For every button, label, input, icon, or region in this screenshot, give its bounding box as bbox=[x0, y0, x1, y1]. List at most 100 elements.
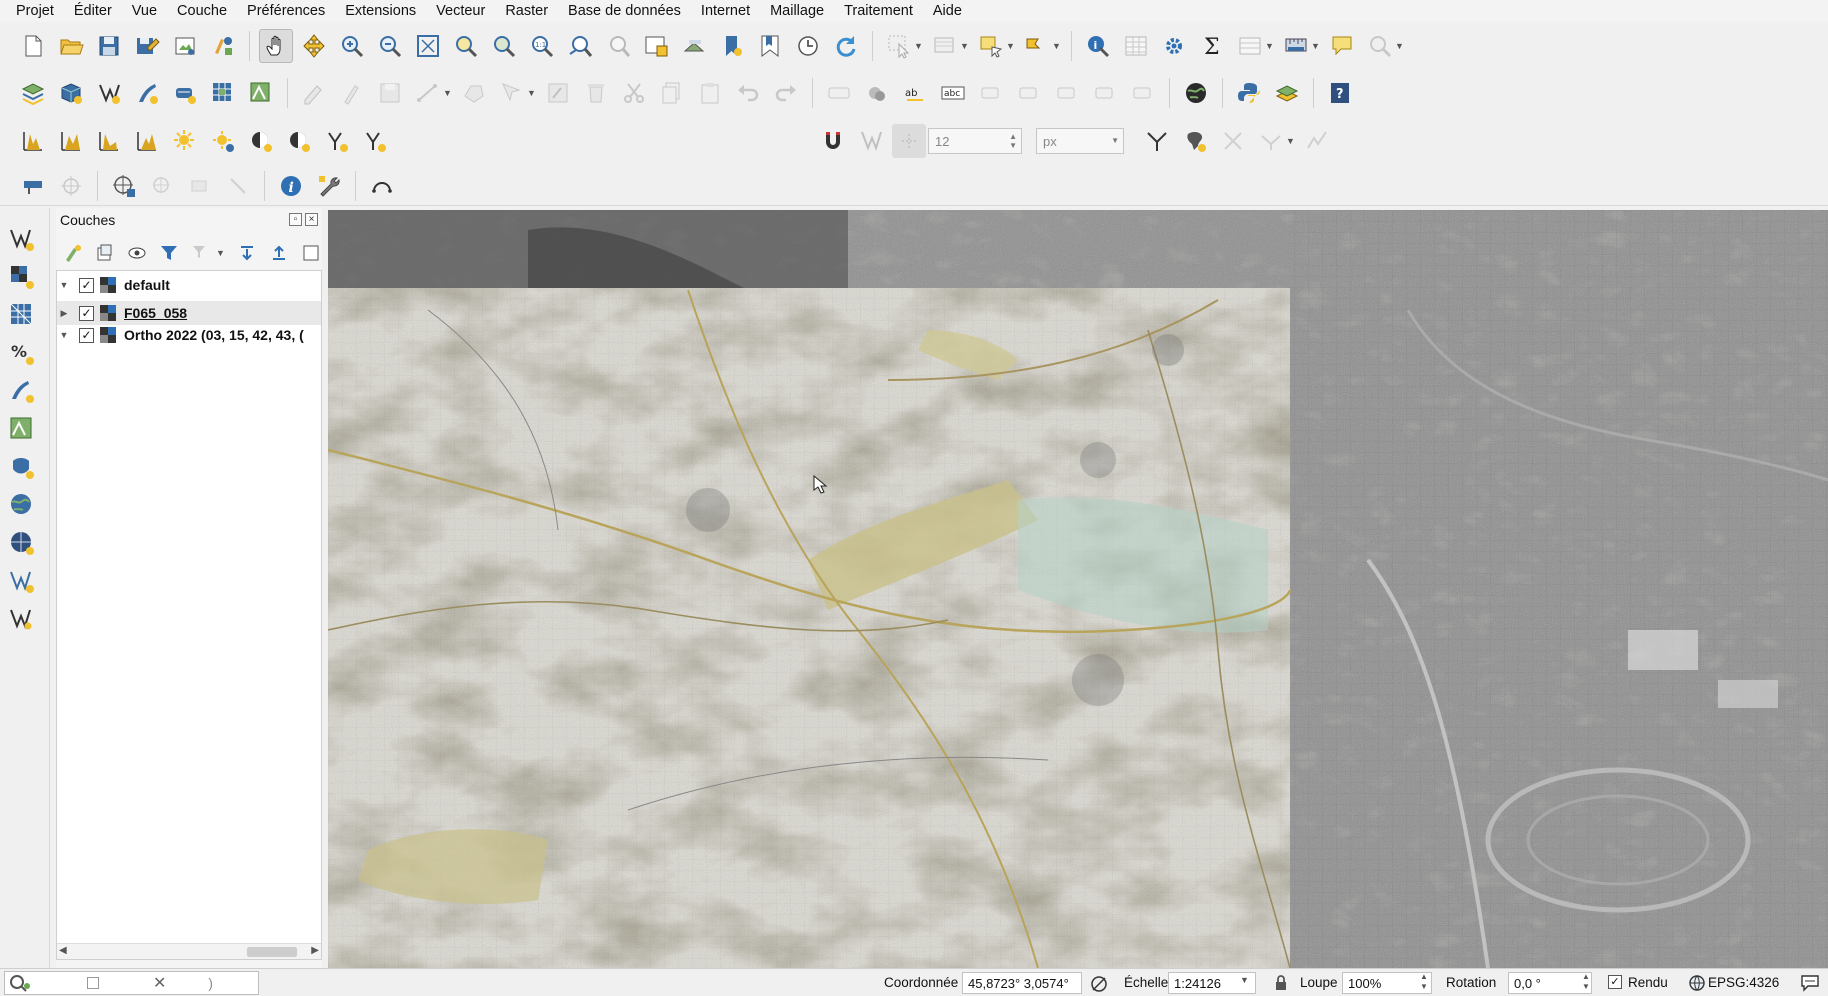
copy-features-icon[interactable] bbox=[655, 76, 689, 110]
show-bookmarks-icon[interactable] bbox=[753, 29, 787, 63]
wrench-icon[interactable] bbox=[312, 169, 346, 203]
locator-search[interactable]: ✕ ) bbox=[4, 971, 259, 995]
measure-angle-icon[interactable] bbox=[365, 169, 399, 203]
new-vector-layer-icon[interactable] bbox=[4, 602, 40, 636]
save-project-icon[interactable] bbox=[92, 29, 126, 63]
menu-item-4[interactable]: Préférences bbox=[237, 3, 335, 19]
add-vector-layer-icon[interactable] bbox=[92, 76, 126, 110]
zoom-selection-icon[interactable] bbox=[449, 29, 483, 63]
new-map-view-icon[interactable] bbox=[639, 29, 673, 63]
chevron-down-icon[interactable]: ▼ bbox=[1265, 41, 1275, 51]
layer-visibility-checkbox[interactable]: ✓ bbox=[79, 305, 94, 321]
save-edits-icon[interactable] bbox=[373, 76, 407, 110]
identify-icon[interactable] bbox=[1020, 29, 1054, 63]
coordinate-field[interactable]: 45,8723° 3,0574° bbox=[962, 972, 1082, 994]
add-virtual-layer-icon[interactable] bbox=[4, 564, 40, 598]
save-as-icon[interactable] bbox=[130, 29, 164, 63]
vertex-tool-icon[interactable] bbox=[495, 76, 529, 110]
move-label-icon[interactable] bbox=[1050, 76, 1084, 110]
remove-layer-icon[interactable] bbox=[298, 240, 324, 266]
menu-item-5[interactable]: Extensions bbox=[335, 3, 426, 19]
add-wms-layer-icon[interactable] bbox=[244, 76, 278, 110]
layer-row-f065-058[interactable]: ▶ ✓ F065_058 bbox=[57, 301, 321, 325]
map-canvas[interactable] bbox=[328, 210, 1828, 968]
collapse-all-icon[interactable] bbox=[266, 240, 292, 266]
raster-local-stretch-icon[interactable] bbox=[92, 124, 126, 158]
temporal-controller-icon[interactable] bbox=[791, 29, 825, 63]
chevron-down-icon[interactable]: ▼ bbox=[1286, 136, 1296, 146]
layer-labeling-icon[interactable] bbox=[860, 76, 894, 110]
pick-icon[interactable] bbox=[221, 169, 255, 203]
paste-features-icon[interactable] bbox=[693, 76, 727, 110]
layer-row-ortho-2022[interactable]: ▼ ✓ Ortho 2022 (03, 15, 42, 43, ( bbox=[57, 323, 321, 347]
zoom-last-icon[interactable] bbox=[563, 29, 597, 63]
layer-visibility-checkbox[interactable]: ✓ bbox=[79, 327, 94, 343]
expand-all-icon[interactable] bbox=[234, 240, 260, 266]
crs-label[interactable]: EPSG:4326 bbox=[1708, 975, 1779, 990]
crosshair-icon[interactable] bbox=[54, 169, 88, 203]
new-geopackage-icon[interactable] bbox=[54, 76, 88, 110]
brightness-up-icon[interactable] bbox=[168, 124, 202, 158]
snap-intersection-icon[interactable] bbox=[1216, 124, 1250, 158]
menu-item-12[interactable]: Aide bbox=[923, 3, 972, 19]
zoom-next-icon[interactable] bbox=[601, 29, 635, 63]
contrast-up-icon[interactable] bbox=[244, 124, 278, 158]
layer-visibility-checkbox[interactable]: ✓ bbox=[79, 277, 94, 293]
snap-vertex-icon[interactable] bbox=[892, 124, 926, 158]
raster-stretch-icon[interactable] bbox=[54, 124, 88, 158]
menu-item-10[interactable]: Maillage bbox=[760, 3, 834, 19]
snap-mode-icon[interactable] bbox=[854, 124, 888, 158]
add-spatialite-icon[interactable] bbox=[4, 412, 40, 446]
filter-expression-icon[interactable] bbox=[188, 240, 214, 266]
measure-icon[interactable] bbox=[1279, 29, 1313, 63]
field-calculator-icon[interactable] bbox=[1233, 29, 1267, 63]
chevron-down-icon[interactable]: ▼ bbox=[1311, 41, 1321, 51]
magnifier-field[interactable]: 100% bbox=[1342, 972, 1432, 994]
new-3d-view-icon[interactable] bbox=[677, 29, 711, 63]
print-layout-icon[interactable] bbox=[168, 29, 202, 63]
topological-editing-icon[interactable] bbox=[1140, 124, 1174, 158]
manage-visibility-icon[interactable] bbox=[124, 240, 150, 266]
show-hide-labels-icon[interactable] bbox=[1012, 76, 1046, 110]
raster-histogram-icon[interactable] bbox=[16, 124, 50, 158]
zoom-to-native-icon[interactable] bbox=[1363, 29, 1397, 63]
gamma-down-icon[interactable] bbox=[358, 124, 392, 158]
add-point-icon[interactable] bbox=[145, 169, 179, 203]
layer-styling-icon[interactable] bbox=[60, 240, 86, 266]
change-label-icon[interactable] bbox=[1126, 76, 1160, 110]
menu-item-7[interactable]: Raster bbox=[495, 3, 558, 19]
snapping-units-select[interactable]: px ▼ bbox=[1036, 128, 1124, 154]
map-tips-icon[interactable] bbox=[1325, 29, 1359, 63]
attribute-table-icon[interactable] bbox=[1119, 29, 1153, 63]
add-polygon-icon[interactable] bbox=[457, 76, 491, 110]
chevron-down-icon[interactable]: ▼ bbox=[57, 330, 71, 340]
refresh-icon[interactable] bbox=[829, 29, 863, 63]
menu-item-2[interactable]: Vue bbox=[122, 3, 167, 19]
rotation-field[interactable]: 0,0 ° bbox=[1508, 972, 1592, 994]
deselect-icon[interactable] bbox=[928, 29, 962, 63]
undo-icon[interactable] bbox=[731, 76, 765, 110]
stepper-arrows-icon[interactable]: ▲ ▼ bbox=[1420, 972, 1428, 992]
info-icon[interactable]: i bbox=[274, 169, 308, 203]
label-abc-icon[interactable]: ab bbox=[898, 76, 932, 110]
label-box-icon[interactable]: abc bbox=[936, 76, 970, 110]
gamma-up-icon[interactable] bbox=[320, 124, 354, 158]
add-raster-layer-icon[interactable] bbox=[4, 260, 40, 294]
redo-icon[interactable] bbox=[769, 76, 803, 110]
zoom-layer-icon[interactable] bbox=[487, 29, 521, 63]
help-icon[interactable]: ? bbox=[1323, 76, 1357, 110]
minimize-icon[interactable] bbox=[87, 977, 99, 989]
snap-self-icon[interactable] bbox=[1254, 124, 1288, 158]
pan-hand-icon[interactable] bbox=[259, 29, 293, 63]
scrollbar-thumb[interactable] bbox=[247, 947, 297, 957]
zoom-in-icon[interactable] bbox=[335, 29, 369, 63]
cut-features-icon[interactable] bbox=[617, 76, 651, 110]
plugin-layers-icon[interactable] bbox=[1270, 76, 1304, 110]
tracing-icon[interactable] bbox=[1300, 124, 1334, 158]
processing-toolbox-icon[interactable] bbox=[1157, 29, 1191, 63]
zoom-out-icon[interactable] bbox=[373, 29, 407, 63]
float-panel-button[interactable]: ▫ bbox=[289, 213, 302, 226]
render-checkbox[interactable]: ✓ bbox=[1608, 975, 1622, 989]
modify-attributes-icon[interactable] bbox=[541, 76, 575, 110]
add-group-icon[interactable] bbox=[92, 240, 118, 266]
